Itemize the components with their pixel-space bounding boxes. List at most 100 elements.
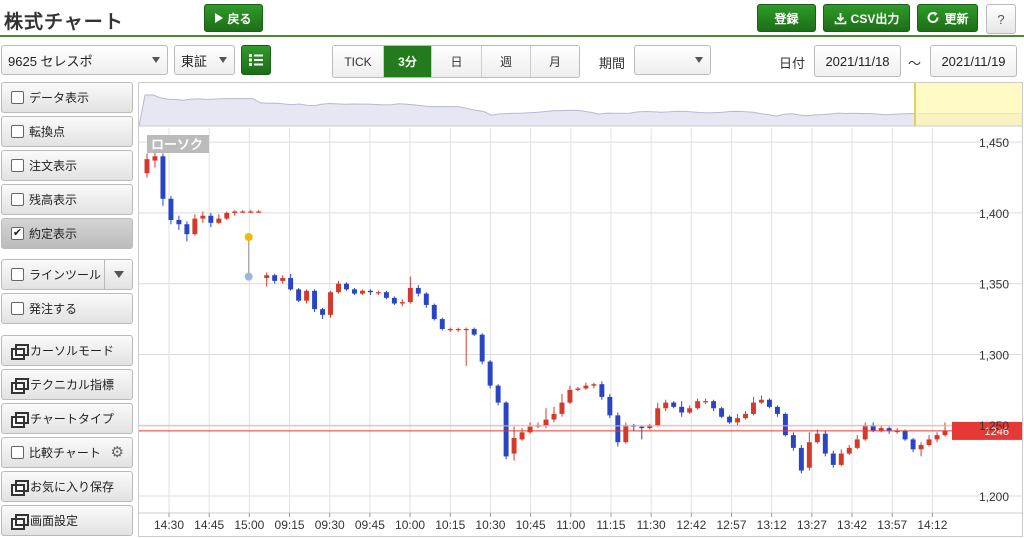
sidebar-item-comparison-chart[interactable]: 比較チャート ⚙: [1, 437, 133, 468]
sidebar-item-order-display[interactable]: 注文表示: [1, 150, 133, 181]
candle-body: [910, 439, 916, 450]
tab-day[interactable]: 日: [431, 46, 481, 77]
candle-body: [551, 413, 557, 420]
refresh-label: 更新: [944, 11, 969, 26]
sidebar-item-cursor-mode[interactable]: カーソルモード: [1, 335, 133, 366]
candle-body: [399, 302, 405, 304]
sidebar-item-label: お気に入り保存: [30, 480, 115, 494]
candle-body: [447, 328, 453, 331]
candle-body: [328, 292, 334, 315]
sidebar-item-execution-display[interactable]: ✔ 約定表示: [1, 218, 133, 249]
candle-body: [599, 384, 605, 397]
stock-select-value: 9625 セレスポ: [8, 53, 93, 69]
checkbox-icon[interactable]: [11, 125, 24, 138]
list-view-button[interactable]: [241, 45, 271, 75]
candle-body: [583, 385, 589, 389]
chart-area[interactable]: 1246 1,450 1,400 1,350 1,300 1,250 1,200 14:3…: [138, 82, 1023, 537]
candle-body: [431, 304, 437, 320]
window-icon: [11, 344, 29, 360]
checkbox-icon[interactable]: [11, 193, 24, 206]
x-tick-label: 11:00: [556, 518, 585, 532]
period-select[interactable]: [634, 45, 711, 75]
candle-body: [144, 159, 150, 174]
back-button[interactable]: 戻る: [204, 4, 263, 32]
candle-body: [415, 287, 421, 294]
tab-tick[interactable]: TICK: [333, 46, 383, 77]
chevron-down-icon: [695, 57, 703, 63]
refresh-button[interactable]: 更新: [917, 4, 978, 32]
sidebar-item-turning-point[interactable]: 転換点: [1, 116, 133, 147]
line-tool-dropdown[interactable]: [104, 260, 132, 289]
candle-body: [639, 426, 645, 429]
checkbox-icon[interactable]: [11, 91, 24, 104]
chevron-down-icon: [113, 271, 124, 278]
date-from-input[interactable]: 2021/11/18: [814, 45, 901, 77]
sidebar-item-data-display[interactable]: データ表示: [1, 82, 133, 113]
gear-icon[interactable]: ⚙: [111, 445, 124, 460]
checkbox-icon[interactable]: [11, 446, 24, 459]
sidebar-item-save-favorite[interactable]: お気に入り保存: [1, 471, 133, 502]
overview-navigator[interactable]: [138, 83, 1023, 127]
x-tick-label: 13:57: [877, 518, 907, 532]
candle-body: [232, 211, 238, 213]
app-title: 株式チャート: [4, 12, 124, 33]
sidebar-item-label: 画面設定: [30, 514, 79, 528]
checkbox-checked-icon[interactable]: ✔: [11, 227, 24, 240]
x-tick-label: 13:27: [797, 518, 827, 532]
date-separator: ～: [908, 56, 922, 71]
checkbox-icon[interactable]: [11, 159, 24, 172]
sidebar-item-line-tool[interactable]: ラインツール: [1, 259, 133, 290]
window-icon: [11, 378, 29, 394]
candle-body: [216, 218, 222, 223]
candle-body: [862, 425, 868, 440]
overview-selection[interactable]: [915, 83, 1022, 126]
x-tick-label: 14:45: [194, 518, 224, 532]
window-icon: [11, 412, 29, 428]
help-button[interactable]: ?: [986, 4, 1016, 34]
sidebar-item-label: チャートタイプ: [30, 412, 114, 426]
window-icon: [11, 480, 29, 496]
candle-body: [735, 418, 740, 423]
checkbox-icon[interactable]: [11, 302, 24, 315]
sidebar-item-balance-display[interactable]: 残高表示: [1, 184, 133, 215]
csv-export-button[interactable]: CSV出力: [823, 4, 910, 32]
sidebar-item-screen-settings[interactable]: 画面設定: [1, 505, 133, 536]
market-select-value: 東証: [181, 53, 208, 69]
sidebar-item-label: 発注する: [29, 302, 78, 316]
candle-body: [679, 406, 685, 413]
candle-body: [352, 289, 357, 294]
y-tick-label: 1,200: [979, 490, 1009, 504]
tab-3min[interactable]: 3分: [383, 46, 431, 77]
tab-week[interactable]: 週: [481, 46, 530, 77]
candlestick-chart[interactable]: 1246 1,450 1,400 1,350 1,300 1,250 1,200 14:3…: [138, 83, 1023, 536]
x-tick-label: 14:30: [154, 518, 184, 532]
tab-month[interactable]: 月: [530, 46, 579, 77]
x-tick-label: 12:57: [716, 518, 746, 532]
x-tick-label: 12:42: [676, 518, 706, 532]
candle-body: [711, 401, 717, 409]
candle-body: [527, 426, 533, 433]
date-to-input[interactable]: 2021/11/19: [930, 45, 1017, 77]
sidebar-item-place-order[interactable]: 発注する: [1, 293, 133, 324]
candle-body: [751, 402, 756, 414]
register-button[interactable]: 登録: [757, 4, 816, 32]
play-icon: [215, 13, 224, 23]
stock-select[interactable]: 9625 セレスポ: [1, 45, 168, 75]
sidebar-item-label: カーソルモード: [30, 344, 115, 358]
candle-body: [391, 297, 397, 304]
y-axis: 1,450 1,400 1,350 1,300 1,250 1,200: [979, 136, 1009, 504]
x-tick-label: 10:00: [395, 518, 425, 532]
checkbox-icon[interactable]: [11, 268, 24, 281]
app-root: 株式チャート 戻る 登録 CSV出力 更新 ? 9625 セレスポ 東証 TIC…: [0, 0, 1024, 538]
x-tick-label: 13:12: [757, 518, 787, 532]
candle-body: [423, 293, 429, 305]
market-select[interactable]: 東証: [174, 45, 235, 75]
candle-body: [575, 388, 581, 390]
sidebar-item-technical-indicators[interactable]: テクニカル指標: [1, 369, 133, 400]
sidebar-item-chart-type[interactable]: チャートタイプ: [1, 403, 133, 434]
candle-body: [455, 328, 461, 331]
candle-body: [280, 278, 286, 281]
candle-body: [703, 401, 709, 403]
candle-body: [471, 328, 477, 335]
csv-export-label: CSV出力: [850, 11, 900, 26]
